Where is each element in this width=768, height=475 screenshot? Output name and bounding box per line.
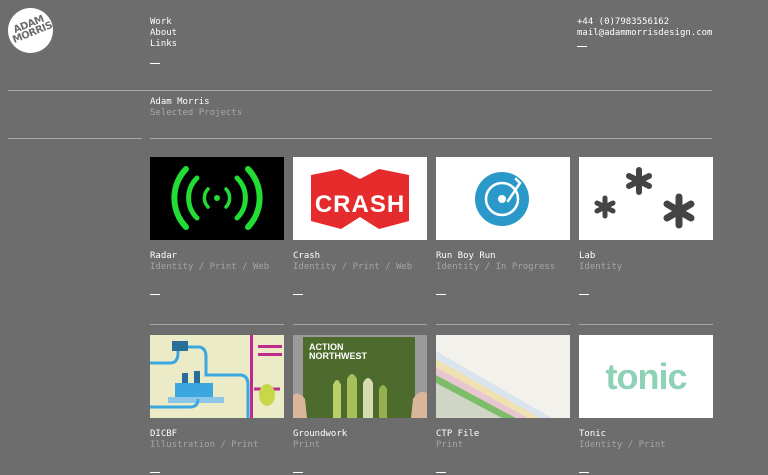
- svg-text:NORTHWEST: NORTHWEST: [309, 351, 367, 361]
- row-divider: [150, 324, 284, 325]
- project-lab[interactable]: Lab Identity: [579, 157, 713, 295]
- project-name[interactable]: Crash: [293, 251, 427, 262]
- logo-wordmark: ADAM MORRIS: [11, 13, 53, 46]
- tonic-thumbnail[interactable]: tonic: [579, 335, 713, 418]
- intro: Adam Morris Selected Projects: [150, 97, 242, 119]
- project-dash: [293, 472, 303, 473]
- project-name[interactable]: Run Boy Run: [436, 251, 570, 262]
- project-radar[interactable]: Radar Identity / Print / Web: [150, 157, 284, 295]
- crash-thumbnail[interactable]: CRASH: [293, 157, 427, 240]
- record-player-icon: [475, 172, 529, 226]
- row-divider: [293, 324, 427, 325]
- project-dash: [150, 294, 160, 295]
- project-name[interactable]: CTP File: [436, 429, 570, 440]
- crash-logo-icon: CRASH: [311, 169, 409, 229]
- page-subtitle: Selected Projects: [150, 108, 243, 118]
- project-categories: Identity: [579, 262, 623, 272]
- project-categories: Print: [436, 440, 464, 450]
- poster-icon: ACTION NORTHWEST: [293, 337, 427, 418]
- contact-dash: [577, 46, 587, 47]
- project-dash: [293, 294, 303, 295]
- tonic-wordmark: tonic: [606, 356, 688, 397]
- project-categories: Identity / In Progress: [436, 262, 556, 272]
- project-categories: Identity / Print / Web: [293, 262, 413, 272]
- nav-links[interactable]: Links: [150, 39, 177, 50]
- logo[interactable]: ADAM MORRIS: [8, 8, 53, 53]
- project-run-boy-run[interactable]: Run Boy Run Identity / In Progress: [436, 157, 570, 295]
- lab-thumbnail[interactable]: [579, 157, 713, 240]
- radar-signal-icon: [171, 166, 263, 230]
- project-categories: Print: [293, 440, 321, 450]
- row-divider: [436, 324, 570, 325]
- project-categories: Identity / Print: [579, 440, 666, 450]
- project-dash: [579, 472, 589, 473]
- svg-text:tonic: tonic: [606, 356, 687, 397]
- project-name[interactable]: DICBF: [150, 429, 284, 440]
- project-categories: Illustration / Print: [150, 440, 259, 450]
- illustration-icon: [150, 335, 282, 418]
- project-categories: Identity / Print / Web: [150, 262, 270, 272]
- contact-block: +44 (0)7983556162 mail@adammorrisdesign.…: [577, 17, 712, 47]
- svg-text:CRASH: CRASH: [315, 191, 405, 218]
- paper-stack-icon: [436, 335, 570, 418]
- sidebar-divider: [8, 138, 142, 139]
- main-nav: Work About Links: [150, 17, 177, 64]
- asterisk-icon: [594, 167, 695, 229]
- project-dash: [436, 294, 446, 295]
- nav-dash: [150, 63, 160, 64]
- project-groundwork[interactable]: ACTION NORTHWEST Groundwork Print: [293, 335, 427, 473]
- project-name[interactable]: Radar: [150, 251, 284, 262]
- nav-about[interactable]: About: [150, 28, 177, 39]
- contact-phone: +44 (0)7983556162: [577, 17, 670, 27]
- project-name[interactable]: Groundwork: [293, 429, 427, 440]
- project-dash: [436, 472, 446, 473]
- page-title: Adam Morris: [150, 97, 210, 107]
- contact-email[interactable]: mail@adammorrisdesign.com: [577, 28, 712, 39]
- project-name[interactable]: Lab: [579, 251, 713, 262]
- header-divider: [8, 90, 712, 91]
- project-name[interactable]: Tonic: [579, 429, 713, 440]
- intro-divider: [150, 138, 712, 139]
- project-ctp-file[interactable]: CTP File Print: [436, 335, 570, 473]
- run-boy-run-thumbnail[interactable]: [436, 157, 570, 240]
- project-dicbf[interactable]: DICBF Illustration / Print: [150, 335, 284, 473]
- row-divider: [579, 324, 713, 325]
- radar-thumbnail[interactable]: [150, 157, 284, 240]
- dicbf-thumbnail[interactable]: [150, 335, 284, 418]
- groundwork-thumbnail[interactable]: ACTION NORTHWEST: [293, 335, 427, 418]
- nav-work[interactable]: Work: [150, 17, 177, 28]
- project-dash: [579, 294, 589, 295]
- project-crash[interactable]: CRASH Crash Identity / Print / Web: [293, 157, 427, 295]
- ctp-file-thumbnail[interactable]: [436, 335, 570, 418]
- project-dash: [150, 472, 160, 473]
- project-tonic[interactable]: tonic Tonic Identity / Print: [579, 335, 713, 473]
